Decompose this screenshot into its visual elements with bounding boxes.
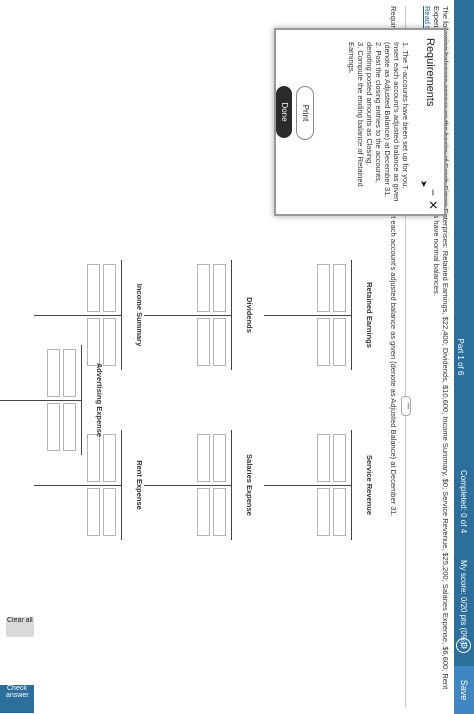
taccount-service-revenue: Service Revenue xyxy=(264,430,374,540)
requirement-item: 1. The T-accounts have been set up for y… xyxy=(383,42,410,202)
taccount-title: Service Revenue xyxy=(365,454,374,516)
credit-input-1[interactable] xyxy=(333,318,346,366)
requirements-modal: Requirements − ✕ ➤ 1. The T-accounts hav… xyxy=(274,28,446,216)
debit-input-2[interactable] xyxy=(47,349,60,397)
taccount-vline xyxy=(34,315,122,316)
debit-input-1[interactable] xyxy=(333,434,346,482)
page-rotated: Part 1 of 6 Completed: 0 of 4 My score: … xyxy=(0,0,474,714)
debit-input-1[interactable] xyxy=(63,349,76,397)
expand-dots-button[interactable]: ••• xyxy=(401,396,411,416)
requirements-list: 1. The T-accounts have been set up for y… xyxy=(347,38,410,202)
debit-input-1[interactable] xyxy=(333,264,346,312)
taccount-retained-earnings: Retained Earnings xyxy=(264,260,374,370)
clear-all-button[interactable]: Clear all xyxy=(6,617,34,637)
top-bar: Part 1 of 6 Completed: 0 of 4 My score: … xyxy=(454,0,474,714)
credit-input-1[interactable] xyxy=(63,403,76,451)
credit-input-1[interactable] xyxy=(213,318,226,366)
done-button[interactable]: Done xyxy=(276,86,292,138)
taccount-vline xyxy=(144,485,232,486)
my-score: My score: 0/20 pts (0%) xyxy=(459,560,468,645)
settings-gear-icon[interactable]: ⚙ xyxy=(456,638,471,653)
credit-input-1[interactable] xyxy=(333,488,346,536)
credit-input-1[interactable] xyxy=(213,488,226,536)
credit-input-1[interactable] xyxy=(103,318,116,366)
debit-input-2[interactable] xyxy=(317,264,330,312)
credit-input-1[interactable] xyxy=(103,488,116,536)
debit-input-2[interactable] xyxy=(87,264,100,312)
taccount-title: Advertising Expense xyxy=(95,362,104,438)
print-button[interactable]: Print xyxy=(296,86,314,140)
debit-input-1[interactable] xyxy=(213,264,226,312)
credit-input-2[interactable] xyxy=(197,318,210,366)
taccount-title: Salaries Expense xyxy=(245,454,254,516)
taccount-salaries-expense: Salaries Expense xyxy=(144,430,254,540)
taccount-vline xyxy=(144,315,232,316)
debit-input-2[interactable] xyxy=(197,264,210,312)
taccount-title: Retained Earnings xyxy=(365,282,374,348)
minimize-icon[interactable]: − xyxy=(426,189,440,196)
taccount-dividends: Dividends xyxy=(144,260,254,370)
requirement-item: 3. Compute the ending balance of Retaine… xyxy=(347,42,365,187)
taccount-vline xyxy=(0,400,82,401)
credit-input-2[interactable] xyxy=(47,403,60,451)
mouse-cursor-icon: ➤ xyxy=(419,180,429,188)
close-icon[interactable]: ✕ xyxy=(426,200,440,210)
taccount-title: Income Summary xyxy=(135,283,144,347)
taccount-title: Dividends xyxy=(245,297,254,333)
debit-input-2[interactable] xyxy=(317,434,330,482)
save-button[interactable]: Save xyxy=(454,666,474,714)
completed-count: Completed: 0 of 4 xyxy=(459,470,468,534)
taccount-vline xyxy=(264,485,352,486)
credit-input-2[interactable] xyxy=(317,318,330,366)
taccount-title: Rent Expense xyxy=(135,460,144,510)
taccount-vline xyxy=(34,485,122,486)
credit-input-2[interactable] xyxy=(317,488,330,536)
credit-input-2[interactable] xyxy=(197,488,210,536)
taccount-advertising-expense: Advertising Expense xyxy=(0,345,104,455)
modal-title: Requirements xyxy=(424,38,436,107)
debit-input-1[interactable] xyxy=(103,434,116,482)
requirement-item: 2. Post the closing entries to the accou… xyxy=(365,42,383,183)
debit-input-1[interactable] xyxy=(103,264,116,312)
taccount-vline xyxy=(264,315,352,316)
debit-input-1[interactable] xyxy=(213,434,226,482)
check-answer-button[interactable]: Check answer xyxy=(0,685,34,713)
debit-input-2[interactable] xyxy=(197,434,210,482)
credit-input-2[interactable] xyxy=(87,488,100,536)
